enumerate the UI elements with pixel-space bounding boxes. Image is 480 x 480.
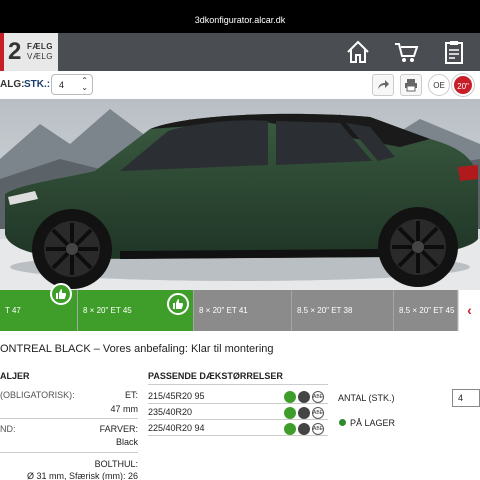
rim-option-label: 8 × 20" ET 41	[199, 306, 248, 315]
rim-option-label: 8.5 × 20" ET 45	[399, 306, 455, 315]
thumbs-up-icon	[167, 293, 189, 315]
toolbar: ALG: STK.: 4 ⌃ ⌄ OE 20"	[0, 71, 480, 99]
rim-option-3[interactable]: 8 × 20" ET 41	[194, 290, 292, 331]
et-obligatory-label: (OBLIGATORISK):	[0, 390, 75, 400]
rear-wheel	[378, 207, 458, 287]
product-title: ONTREAL BLACK – Vores anbefaling: Klar t…	[0, 343, 274, 355]
rim-option-4[interactable]: 8.5 × 20" ET 38	[292, 290, 394, 331]
thumbs-up-icon	[284, 390, 296, 403]
share-button[interactable]	[372, 74, 394, 96]
step-number: 2	[8, 38, 22, 65]
rim-size-toggle[interactable]: 20"	[452, 74, 474, 96]
et-value: 47 mm	[110, 404, 138, 414]
quantity-value: 4	[59, 80, 65, 90]
color-value: Black	[115, 437, 138, 447]
browser-url-bar[interactable]: 3dkonfigurator.alcar.dk	[0, 0, 480, 33]
quantity-select[interactable]: 4 ⌃ ⌄	[51, 74, 93, 95]
tyre-sizes-heading: PASSENDE DÆKSTØRRELSER	[148, 371, 283, 381]
oe-toggle[interactable]: OE	[428, 74, 450, 96]
bolt-value: Ø 31 mm, Sfærisk (mm): 26	[26, 471, 138, 480]
cart-icon[interactable]	[392, 38, 420, 66]
thumbs-up-icon	[50, 283, 72, 305]
rim-option-label: 8.5 × 20" ET 38	[297, 306, 353, 315]
rim-option-label: T 47	[5, 306, 21, 315]
print-icon	[405, 79, 417, 92]
tyre-size-2[interactable]: 235/40R20	[148, 407, 192, 417]
rim-option-5[interactable]: 8.5 × 20" ET 45	[394, 290, 458, 331]
step-indicator: 2 FÆLG VÆLG	[0, 33, 58, 71]
car-preview	[0, 99, 480, 290]
stock-indicator-icon	[339, 419, 346, 426]
print-button[interactable]	[400, 74, 422, 96]
details-heading: ALJER	[0, 371, 30, 381]
rim-label: ALG:	[0, 79, 25, 90]
divider	[0, 452, 138, 453]
quantity-input[interactable]: 4	[452, 389, 480, 407]
step-subtitle: VÆLG	[27, 52, 54, 61]
wrench-icon	[298, 390, 310, 403]
wrench-icon	[298, 406, 310, 419]
divider	[0, 418, 138, 419]
brand-label: ND:	[0, 424, 16, 434]
abe-badge: ABE	[312, 422, 324, 435]
tyre-size-1[interactable]: 215/45R20 95	[148, 391, 205, 401]
step-title: FÆLG	[27, 42, 53, 51]
rim-carousel: T 47 8 × 20" ET 45 8 × 20" ET 41 8.5 × 2…	[0, 283, 480, 331]
abe-badge: ABE	[312, 390, 324, 403]
thumbs-up-icon	[284, 422, 296, 435]
url-text: 3dkonfigurator.alcar.dk	[194, 15, 286, 25]
et-label: ET:	[124, 390, 138, 400]
front-wheel	[32, 209, 112, 289]
stock-status: PÅ LAGER	[350, 418, 396, 428]
app-header: 2 FÆLG VÆLG	[0, 33, 480, 71]
share-icon	[378, 80, 389, 89]
wrench-icon	[298, 422, 310, 435]
bolt-label: BOLTHUL:	[94, 459, 138, 469]
antal-label: ANTAL (STK.)	[338, 393, 395, 403]
divider	[148, 384, 328, 385]
car-scene-svg	[0, 99, 480, 290]
chevron-updown-icon: ⌃ ⌄	[81, 76, 88, 92]
clipboard-icon[interactable]	[440, 38, 468, 66]
chevron-left-icon[interactable]: ‹	[458, 290, 480, 331]
tyre-size-3[interactable]: 225/40R20 94	[148, 423, 205, 433]
abe-badge: ABE	[312, 406, 324, 419]
home-icon[interactable]	[344, 38, 372, 66]
thumbs-up-icon	[284, 406, 296, 419]
step-accent-bar	[0, 33, 4, 71]
rim-option-label: 8 × 20" ET 45	[83, 306, 132, 315]
quantity-label: STK.:	[24, 79, 51, 90]
divider	[148, 435, 328, 436]
color-label: FARVER:	[99, 424, 138, 434]
